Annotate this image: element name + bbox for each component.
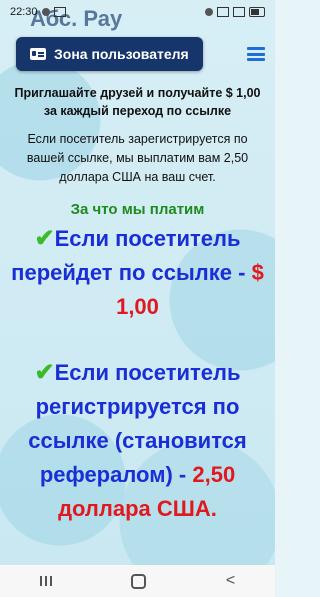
battery-icon [249,7,265,17]
green-check-icon: ✔ [34,225,55,252]
hamburger-menu-icon[interactable] [247,47,265,61]
wifi-icon [217,7,229,17]
promo-text: Приглашайте друзей и получайте $ 1,00 за… [14,86,261,118]
clock: 22:30 [10,6,38,18]
why-title: За что мы платим [70,201,205,218]
home-icon[interactable] [131,573,147,589]
signal-icon [233,7,245,17]
recent-apps-icon[interactable] [39,576,52,586]
message-icon [53,7,66,17]
id-card-icon [30,48,46,60]
notification-icon [41,8,50,16]
register-note: Если посетитель зарегистрируется по ваше… [26,132,249,184]
payout-item-1: ✔Если посетитель перейдет по ссылке - $ … [8,222,267,324]
android-nav-bar: < [0,565,275,597]
main-content: Приглашайте друзей и получайте $ 1,00 за… [8,84,267,526]
alarm-icon [205,8,213,16]
user-zone-button[interactable]: Зона пользователя [16,37,203,71]
green-check-icon: ✔ [34,359,55,386]
status-bar: 22:30 [0,0,275,24]
back-icon[interactable]: < [226,573,235,589]
header: Зона пользователя [16,36,265,72]
payout-item-2: ✔Если посетитель регистрируется по ссылк… [8,356,267,526]
user-zone-label: Зона пользователя [54,46,189,62]
